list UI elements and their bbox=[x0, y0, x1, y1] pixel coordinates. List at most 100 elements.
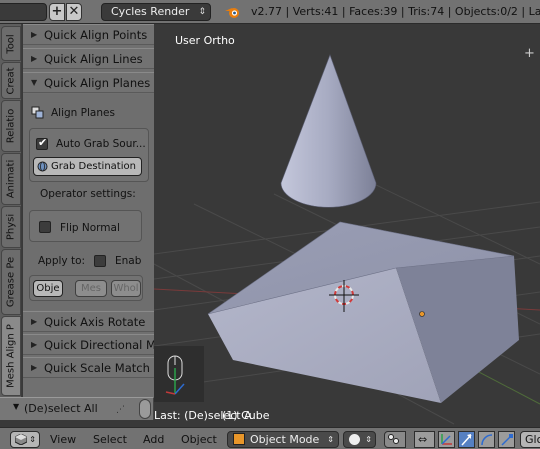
enable-label: Enab bbox=[115, 255, 142, 267]
tab-create-label: Creat bbox=[5, 66, 17, 95]
panel-quick-directional-label: Quick Directional Mo bbox=[44, 338, 154, 352]
drag-handle-icon[interactable]: ⋰ bbox=[116, 405, 125, 415]
grab-destination-label: Grab Destination bbox=[51, 161, 136, 172]
screen-layout-field[interactable] bbox=[0, 3, 47, 21]
translate-icon bbox=[441, 434, 452, 445]
panel-quick-align-lines[interactable]: ▶ Quick Align Lines bbox=[23, 48, 154, 69]
expanded-triangle-icon: ▼ bbox=[13, 402, 20, 411]
menu-add[interactable]: Add bbox=[143, 428, 164, 449]
panel-quick-scale-match[interactable]: ▶ Quick Scale Match E bbox=[23, 357, 154, 378]
mouse-navigation-widget bbox=[154, 346, 204, 402]
tab-mesh-align-plugin-label: Mesh Align P bbox=[5, 324, 17, 388]
tab-grease-pencil-label: Grease Pe bbox=[5, 256, 17, 308]
tab-animation[interactable]: Animati bbox=[1, 153, 21, 205]
apply-to-label: Apply to: bbox=[38, 255, 86, 267]
cube-mesh bbox=[207, 221, 519, 403]
view-label: User Ortho bbox=[175, 34, 235, 47]
menu-select[interactable]: Select bbox=[93, 428, 127, 449]
shelf-scrollbar[interactable] bbox=[139, 399, 151, 419]
align-planes-label: Align Planes bbox=[51, 107, 115, 119]
enable-checkbox[interactable] bbox=[94, 255, 106, 267]
viewport-scene bbox=[154, 54, 540, 425]
collapsed-triangle-icon: ▶ bbox=[31, 317, 38, 326]
tab-grease-pencil[interactable]: Grease Pe bbox=[1, 249, 21, 315]
flip-normal-label: Flip Normal bbox=[60, 222, 120, 234]
dropdown-arrows-icon: ⇕ bbox=[327, 435, 334, 444]
menu-object[interactable]: Object bbox=[181, 428, 217, 449]
manipulator-toggle[interactable]: ⇔ bbox=[414, 431, 435, 448]
panel-quick-align-lines-label: Quick Align Lines bbox=[44, 52, 143, 66]
collapsed-triangle-icon: ▶ bbox=[31, 30, 38, 39]
panel-quick-align-planes[interactable]: ▼ Quick Align Planes bbox=[23, 72, 154, 93]
object-mode-icon bbox=[233, 433, 245, 445]
align-planes-icon bbox=[31, 106, 44, 119]
apply-whole-button[interactable]: Whol bbox=[111, 280, 141, 297]
auto-grab-source-checkbox[interactable] bbox=[36, 136, 48, 150]
transform-orientation-select[interactable]: Glo bbox=[520, 431, 540, 448]
panel-quick-directional[interactable]: ▶ Quick Directional Mo bbox=[23, 334, 154, 355]
viewport-shading-select[interactable]: ⇕ bbox=[343, 431, 376, 448]
solid-shading-icon bbox=[349, 434, 360, 445]
tab-tools[interactable]: Tool bbox=[1, 26, 21, 61]
tab-relations-label: Relatio bbox=[5, 108, 17, 144]
panel-quick-axis-rotate[interactable]: ▶ Quick Axis Rotate bbox=[23, 311, 154, 332]
scene-stats: v2.77 | Verts:41 | Faces:39 | Tris:74 | … bbox=[251, 5, 540, 18]
object-origin-icon bbox=[419, 311, 425, 317]
apply-object-button[interactable]: Obje bbox=[33, 280, 63, 297]
menu-view[interactable]: View bbox=[50, 428, 76, 449]
properties-toggle-icon[interactable]: + bbox=[524, 47, 536, 60]
render-engine-value: Cycles Render bbox=[111, 5, 190, 18]
dropdown-arrows-icon: ⇕ bbox=[198, 7, 206, 17]
tab-relations[interactable]: Relatio bbox=[1, 100, 21, 152]
arrow-icon bbox=[461, 434, 472, 446]
panel-quick-axis-rotate-label: Quick Axis Rotate bbox=[44, 315, 146, 329]
panel-quick-align-planes-label: Quick Align Planes bbox=[44, 76, 151, 90]
active-object-label: (1) Cube bbox=[222, 409, 270, 422]
deselect-all-label: (De)select All bbox=[24, 402, 98, 415]
add-screen-button[interactable]: + bbox=[49, 3, 65, 21]
scale-icon bbox=[501, 434, 513, 446]
expanded-triangle-icon: ▼ bbox=[31, 78, 38, 87]
flip-normal-checkbox[interactable] bbox=[39, 221, 51, 233]
3d-viewport[interactable]: User Ortho + Last: (De)select A (1) Cube bbox=[154, 24, 540, 427]
cube-view-icon bbox=[15, 434, 27, 445]
collapsed-triangle-icon: ▶ bbox=[31, 340, 38, 349]
info-header: + ✕ Cycles Render ⇕ v2.77 | Verts:41 | F… bbox=[0, 0, 540, 24]
scale-manipulator-button[interactable] bbox=[478, 431, 495, 448]
tool-shelf-tabs: Tool Creat Relatio Animati Physi Grease … bbox=[0, 24, 22, 420]
panel-quick-align-points-label: Quick Align Points bbox=[44, 28, 148, 42]
manipulator-icon: ⇔ bbox=[418, 433, 428, 446]
collapsed-triangle-icon: ▶ bbox=[31, 54, 38, 63]
operator-settings-label: Operator settings: bbox=[40, 188, 136, 200]
dropdown-arrows-icon: ⇕ bbox=[29, 435, 36, 444]
interaction-mode-select[interactable]: Object Mode ⇕ bbox=[227, 431, 339, 448]
tab-animation-label: Animati bbox=[5, 159, 17, 199]
panel-quick-align-points[interactable]: ▶ Quick Align Points bbox=[23, 24, 154, 45]
translate-manipulator-button[interactable] bbox=[438, 431, 455, 448]
tool-shelf: ▶ Quick Align Points ▶ Quick Align Lines… bbox=[23, 24, 154, 398]
pivot-icon-secondary bbox=[393, 438, 399, 444]
editor-type-select[interactable]: ⇕ bbox=[10, 431, 40, 448]
operator-redo-panel[interactable]: ▼ (De)select All ⋰ bbox=[0, 397, 154, 420]
auto-grab-source-label: Auto Grab Sour... bbox=[56, 138, 146, 150]
dropdown-arrows-icon: ⇕ bbox=[365, 435, 372, 444]
viewport-header: ⇕ View Select Add Object Object Mode ⇕ ⇕… bbox=[0, 427, 540, 449]
scale-manipulator-button-2[interactable] bbox=[498, 431, 515, 448]
tab-physics[interactable]: Physi bbox=[1, 206, 21, 248]
render-engine-select[interactable]: Cycles Render ⇕ bbox=[101, 3, 211, 21]
rotate-arc-icon bbox=[481, 434, 493, 446]
tab-mesh-align-plugin[interactable]: Mesh Align P bbox=[1, 316, 21, 396]
tab-physics-label: Physi bbox=[5, 213, 17, 241]
panel-quick-scale-match-label: Quick Scale Match E bbox=[44, 361, 154, 375]
tab-tools-label: Tool bbox=[5, 33, 17, 54]
tab-create[interactable]: Creat bbox=[1, 62, 21, 99]
rotate-manipulator-button[interactable] bbox=[458, 431, 475, 448]
globe-icon bbox=[37, 161, 48, 172]
collapsed-triangle-icon: ▶ bbox=[31, 363, 38, 372]
apply-mesh-button[interactable]: Mes bbox=[75, 280, 107, 297]
pivot-point-select[interactable] bbox=[384, 431, 406, 448]
blender-logo-icon bbox=[225, 8, 239, 18]
interaction-mode-value: Object Mode bbox=[250, 433, 320, 446]
remove-screen-button[interactable]: ✕ bbox=[66, 3, 82, 21]
grab-destination-button[interactable]: Grab Destination bbox=[33, 157, 142, 176]
